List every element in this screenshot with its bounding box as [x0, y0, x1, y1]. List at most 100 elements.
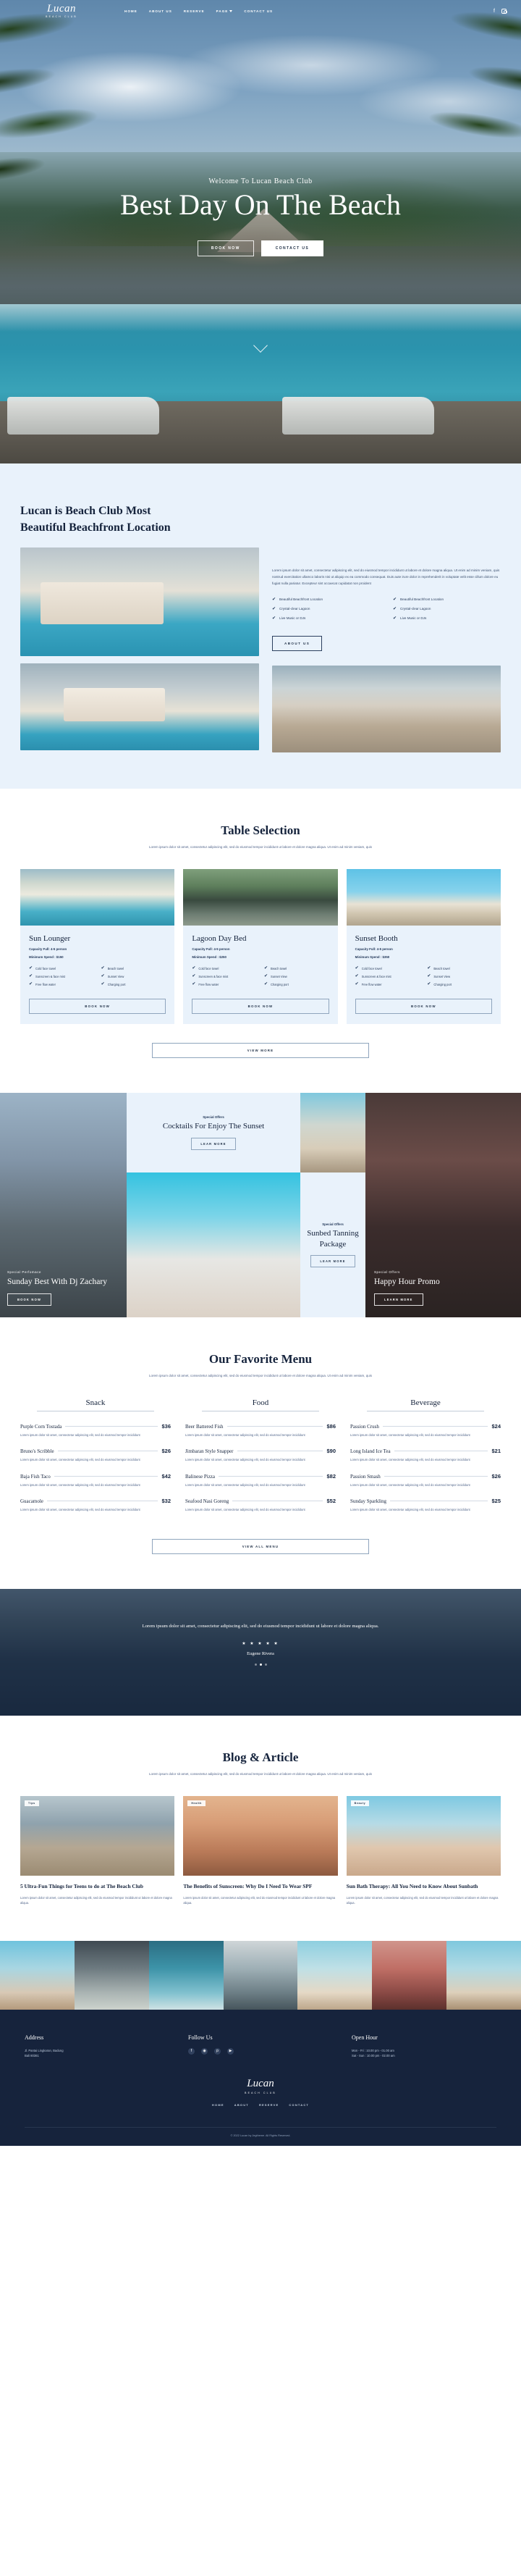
carousel-dot[interactable] — [254, 1664, 257, 1666]
nav-item-reserve[interactable]: RESERVE — [184, 9, 205, 13]
offer-learn-more-button-tanning[interactable]: LEAR MORE — [310, 1254, 355, 1267]
check-icon: ✔ — [427, 982, 431, 987]
facebook-icon[interactable]: f — [494, 9, 495, 14]
nav-item-home[interactable]: HOME — [124, 9, 137, 13]
about-section: Lucan is Beach Club Most Beautiful Beach… — [0, 463, 521, 789]
check-icon: ✔ — [355, 974, 359, 979]
instagram-icon[interactable]: ◉ — [201, 2047, 208, 2055]
testimonial-author: Eugene Rivera — [247, 1651, 274, 1657]
facebook-icon[interactable]: f — [188, 2047, 195, 2055]
menu-item-price: $25 — [491, 1498, 501, 1505]
footer-address-title: Address — [25, 2034, 44, 2041]
offer-learn-more-button-cocktails[interactable]: LEAR MORE — [191, 1137, 236, 1150]
offer-tile-cocktails: Special Offers Cocktails For Enjoy The S… — [127, 1093, 300, 1173]
chevron-down-icon — [229, 9, 233, 12]
menu-item[interactable]: Balinese Pizza $82 Lorem ipsum dolor sit… — [185, 1473, 336, 1488]
offer-tile-group-photo — [300, 1093, 365, 1173]
about-heading: Lucan is Beach Club Most Beautiful Beach… — [20, 503, 501, 536]
check-icon: ✔ — [427, 966, 431, 971]
about-us-button[interactable]: ABOUT US — [272, 635, 323, 651]
youtube-icon[interactable]: ▶ — [227, 2047, 234, 2055]
hero-book-now-button[interactable]: BOOK NOW — [197, 240, 254, 256]
hero-contact-us-button[interactable]: CONTACT US — [260, 240, 324, 256]
footer-nav-reserve[interactable]: RESERVE — [259, 2103, 279, 2107]
menu-column-heading: Snack — [85, 1398, 106, 1407]
menu-item-desc: Lorem ipsum dolor sit amet, consectetur … — [20, 1508, 140, 1512]
menu-item-desc: Lorem ipsum dolor sit amet, consectetur … — [350, 1508, 470, 1512]
rating-stars: ★ ★ ★ ★ ★ — [242, 1642, 279, 1647]
offer-overlay-dj: Special Perfomace Sunday Best With Dj Za… — [7, 1270, 107, 1306]
book-now-button-sun-lounger[interactable]: BOOK NOW — [29, 999, 166, 1015]
gallery-thumbnail[interactable] — [148, 1940, 224, 2010]
menu-leader-line — [219, 1475, 323, 1477]
gallery-thumbnail[interactable] — [446, 1940, 521, 2010]
menu-item[interactable]: Beer Battered Fish $86 Lorem ipsum dolor… — [185, 1423, 336, 1438]
pinterest-icon[interactable]: p — [214, 2047, 221, 2055]
carousel-dot[interactable] — [264, 1664, 267, 1666]
footer-nav-home[interactable]: HOME — [212, 2103, 224, 2107]
gallery-thumbnail[interactable] — [372, 1940, 447, 2010]
blog-card[interactable]: Health The Benefits of Sunscreen: Why Do… — [183, 1796, 338, 1905]
menu-column-heading: Beverage — [410, 1398, 441, 1407]
menu-item[interactable]: Baja Fish Taco $42 Lorem ipsum dolor sit… — [20, 1473, 171, 1488]
about-photo-column — [20, 547, 259, 752]
menu-subtitle: Lorem ipsum dolor sit amet, consectetur … — [149, 1374, 372, 1378]
menu-item-row: Purple Corn Tostada $36 — [20, 1423, 171, 1430]
menu-leader-line — [65, 1425, 158, 1427]
nav-item-about-us[interactable]: ABOUT US — [149, 9, 172, 13]
menu-item[interactable]: Passion Crush $24 Lorem ipsum dolor sit … — [350, 1423, 501, 1438]
blog-card[interactable]: Beauty Sun Bath Therapy: All You Need to… — [346, 1796, 501, 1905]
blog-card-tag: Health — [187, 1800, 206, 1807]
top-navigation: Lucan BEACH CLUB HOME ABOUT US RESERVE P… — [0, 0, 521, 22]
table-card-feature: ✔ Beach towel — [427, 966, 492, 970]
menu-item[interactable]: Guacamole $32 Lorem ipsum dolor sit amet… — [20, 1498, 171, 1513]
table-card-feature: ✔ Beach towel — [264, 966, 329, 970]
nav-item-page-label: PAGE — [216, 9, 229, 13]
nav-item-page[interactable]: PAGE — [216, 9, 233, 13]
blog-card-desc: Lorem ipsum dolor sit amet, consectetur … — [183, 1895, 336, 1905]
book-now-button-lagoon-day-bed[interactable]: BOOK NOW — [192, 999, 329, 1015]
table-card-lagoon-day-bed[interactable]: Lagoon Day Bed Capacity Full: 4-5 person… — [183, 869, 338, 1025]
carousel-dot-active[interactable] — [259, 1664, 262, 1666]
gallery-thumbnail[interactable] — [0, 1940, 75, 2010]
gallery-thumbnail[interactable] — [74, 1940, 149, 2010]
menu-item-name: Beer Battered Fish — [185, 1423, 224, 1430]
table-card-feature: ✔ Cold face towel — [355, 966, 420, 970]
menu-item-name: Balinese Pizza — [185, 1473, 216, 1480]
hero-kicker: Welcome To Lucan Beach Club — [208, 177, 313, 185]
gallery-thumbnail[interactable] — [223, 1940, 298, 2010]
footer-nav-about[interactable]: ABOUT — [234, 2103, 249, 2107]
menu-item-desc: Lorem ipsum dolor sit amet, consectetur … — [20, 1482, 140, 1487]
instagram-icon[interactable] — [501, 8, 507, 14]
table-card-sun-lounger[interactable]: Sun Lounger Capacity Full: 4-5 person Mi… — [20, 869, 175, 1025]
gallery-thumbnail[interactable] — [297, 1940, 373, 2010]
menu-item[interactable]: Jimbaran Style Snapper $90 Lorem ipsum d… — [185, 1448, 336, 1463]
blog-card-desc: Lorem ipsum dolor sit amet, consectetur … — [20, 1895, 172, 1905]
offer-tile-dj-performance[interactable]: Special Perfomace Sunday Best With Dj Za… — [0, 1093, 127, 1318]
nav-item-contact-us[interactable]: CONTACT US — [244, 9, 273, 13]
menu-item[interactable]: Long Island Ice Tea $21 Lorem ipsum dolo… — [350, 1448, 501, 1463]
book-now-button-sunset-booth[interactable]: BOOK NOW — [355, 999, 492, 1015]
offer-book-now-button-dj[interactable]: BOOK NOW — [7, 1293, 52, 1306]
table-card-sunset-booth[interactable]: Sunset Booth Capacity Full: 4-5 person M… — [346, 869, 501, 1025]
view-all-menu-button[interactable]: VIEW ALL MENU — [152, 1538, 369, 1554]
menu-leader-line — [226, 1425, 323, 1427]
table-card-features-left: ✔ Cold face towel ✔ Sunscreen & face mist … — [192, 966, 257, 990]
footer-navigation: HOME ABOUT RESERVE CONTACT — [25, 2103, 496, 2107]
menu-item[interactable]: Sunday Sparkling $25 Lorem ipsum dolor s… — [350, 1498, 501, 1513]
menu-item[interactable]: Purple Corn Tostada $36 Lorem ipsum dolo… — [20, 1423, 171, 1438]
menu-item[interactable]: Passion Smash $26 Lorem ipsum dolor sit … — [350, 1473, 501, 1488]
offer-learn-more-button-happy-hour[interactable]: LEARN MORE — [374, 1293, 423, 1306]
menu-leader-line — [54, 1475, 158, 1477]
footer-brand[interactable]: Lucan BEACH CLUB HOME ABOUT RESERVE CONT… — [25, 2059, 496, 2117]
blog-card[interactable]: Tips 5 Ultra-Fun Things for Teens to do … — [20, 1796, 175, 1905]
menu-item[interactable]: Seafood Nasi Goreng $52 Lorem ipsum dolo… — [185, 1498, 336, 1513]
table-card-image — [183, 869, 338, 926]
footer-copyright: © 2022 Lucan by Jegtheme. All Rights Res… — [25, 2127, 496, 2146]
footer-hours-text: Mon - Fri : 10.00 pm - 01.00 am Sat - Su… — [352, 2048, 395, 2058]
site-logo[interactable]: Lucan BEACH CLUB — [14, 4, 109, 19]
menu-item[interactable]: Bruno's Scribble $26 Lorem ipsum dolor s… — [20, 1448, 171, 1463]
offer-tile-happy-hour[interactable]: Special Offers Happy Hour Promo LEARN MO… — [365, 1093, 521, 1318]
view-more-tables-button[interactable]: VIEW MORE — [152, 1043, 369, 1059]
footer-nav-contact[interactable]: CONTACT — [289, 2103, 309, 2107]
